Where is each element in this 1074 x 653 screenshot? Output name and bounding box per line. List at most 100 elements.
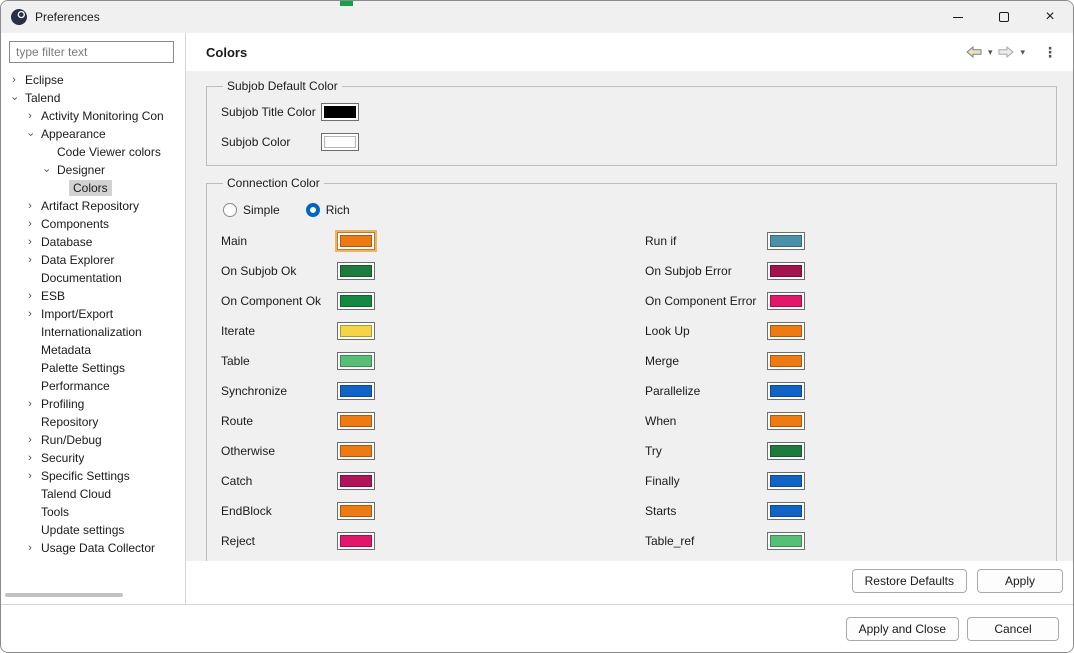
tree-item-data-explorer[interactable]: › Data Explorer xyxy=(1,251,185,269)
back-button[interactable] xyxy=(964,44,984,60)
tree-item-documentation[interactable]: Documentation xyxy=(1,269,185,287)
back-dropdown-icon[interactable]: ▾ xyxy=(987,47,994,58)
tree-item-update-settings[interactable]: Update settings xyxy=(1,521,185,539)
preferences-sidebar: ›Eclipse›Talend›Activity Monitoring Con›… xyxy=(1,33,186,604)
radio-simple[interactable]: Simple xyxy=(223,203,280,217)
tree-item-appearance[interactable]: › Appearance xyxy=(1,125,185,143)
chevron-collapsed-icon[interactable]: › xyxy=(23,452,37,464)
color-swatch xyxy=(340,295,372,307)
on-component-ok-color-button[interactable] xyxy=(337,292,375,310)
tree-item-colors[interactable]: Colors xyxy=(1,179,185,197)
cancel-button[interactable]: Cancel xyxy=(967,616,1059,641)
tree-item-label: Repository xyxy=(41,415,99,429)
main-color-button[interactable] xyxy=(337,232,375,250)
starts-color-button[interactable] xyxy=(767,502,805,520)
reject-color-button[interactable] xyxy=(337,532,375,550)
chevron-collapsed-icon[interactable]: › xyxy=(23,218,37,230)
chevron-expanded-icon[interactable]: › xyxy=(9,91,21,105)
tree-item-code-viewer-colors[interactable]: Code Viewer colors xyxy=(1,143,185,161)
tree-item-designer[interactable]: › Designer xyxy=(1,161,185,179)
chevron-collapsed-icon[interactable]: › xyxy=(23,110,37,122)
chevron-expanded-icon[interactable]: › xyxy=(25,127,37,141)
color-row-on-component-ok: On Component Ok xyxy=(221,286,631,316)
forward-button[interactable] xyxy=(996,44,1016,60)
chevron-collapsed-icon[interactable]: › xyxy=(23,290,37,302)
back-arrow-icon xyxy=(966,46,982,58)
on-subjob-error-color-button[interactable] xyxy=(767,262,805,280)
subjob-title-color-color-button[interactable] xyxy=(321,103,359,121)
window-title: Preferences xyxy=(35,10,100,24)
chevron-collapsed-icon[interactable]: › xyxy=(23,236,37,248)
horizontal-scrollbar[interactable] xyxy=(5,592,175,598)
tree-item-security[interactable]: › Security xyxy=(1,449,185,467)
apply-and-close-button[interactable]: Apply and Close xyxy=(845,616,959,641)
tree-item-label: Eclipse xyxy=(25,73,64,87)
tree-item-internationalization[interactable]: Internationalization xyxy=(1,323,185,341)
tree-item-label: Talend Cloud xyxy=(41,487,112,501)
minimize-button[interactable] xyxy=(935,1,981,33)
color-swatch xyxy=(770,415,802,427)
close-button[interactable]: × xyxy=(1027,1,1073,33)
chevron-collapsed-icon[interactable]: › xyxy=(23,254,37,266)
tree-item-palette-settings[interactable]: Palette Settings xyxy=(1,359,185,377)
look-up-color-button[interactable] xyxy=(767,322,805,340)
tree-item-database[interactable]: › Database xyxy=(1,233,185,251)
catch-color-button[interactable] xyxy=(337,472,375,490)
tree-item-usage-data-collector[interactable]: › Usage Data Collector xyxy=(1,539,185,557)
synchronize-color-button[interactable] xyxy=(337,382,375,400)
tree-item-components[interactable]: › Components xyxy=(1,215,185,233)
tree-item-profiling[interactable]: › Profiling xyxy=(1,395,185,413)
tree-item-activity-monitoring-con[interactable]: › Activity Monitoring Con xyxy=(1,107,185,125)
tree-item-tools[interactable]: Tools xyxy=(1,503,185,521)
tree-item-import-export[interactable]: › Import/Export xyxy=(1,305,185,323)
chevron-collapsed-icon[interactable]: › xyxy=(7,74,21,86)
forward-dropdown-icon[interactable]: ▾ xyxy=(1019,47,1026,58)
tree-item-metadata[interactable]: Metadata xyxy=(1,341,185,359)
tree-item-talend-cloud[interactable]: Talend Cloud xyxy=(1,485,185,503)
chevron-collapsed-icon[interactable]: › xyxy=(23,434,37,446)
chevron-collapsed-icon[interactable]: › xyxy=(23,200,37,212)
chevron-expanded-icon[interactable]: › xyxy=(41,163,53,177)
tree-item-specific-settings[interactable]: › Specific Settings xyxy=(1,467,185,485)
color-row-on-component-error: On Component Error xyxy=(645,286,805,316)
parallelize-color-button[interactable] xyxy=(767,382,805,400)
tree-item-eclipse[interactable]: › Eclipse xyxy=(1,71,185,89)
view-menu-icon[interactable]: ⋮ xyxy=(1039,44,1061,61)
run-if-color-button[interactable] xyxy=(767,232,805,250)
when-color-button[interactable] xyxy=(767,412,805,430)
on-component-error-color-button[interactable] xyxy=(767,292,805,310)
try-color-button[interactable] xyxy=(767,442,805,460)
chevron-collapsed-icon[interactable]: › xyxy=(23,542,37,554)
filter-input[interactable] xyxy=(9,41,174,63)
tree-item-artifact-repository[interactable]: › Artifact Repository xyxy=(1,197,185,215)
endblock-color-button[interactable] xyxy=(337,502,375,520)
tree-item-run-debug[interactable]: › Run/Debug xyxy=(1,431,185,449)
color-row-catch: Catch xyxy=(221,466,631,496)
apply-button[interactable]: Apply xyxy=(977,569,1063,593)
color-row-route: Route xyxy=(221,406,631,436)
tree-item-label: Appearance xyxy=(41,127,106,141)
radio-rich[interactable]: Rich xyxy=(305,203,350,217)
tree-item-esb[interactable]: › ESB xyxy=(1,287,185,305)
on-subjob-ok-color-button[interactable] xyxy=(337,262,375,280)
tree-item-label: Palette Settings xyxy=(41,361,126,375)
chevron-collapsed-icon[interactable]: › xyxy=(23,398,37,410)
color-label: Route xyxy=(221,414,254,428)
otherwise-color-button[interactable] xyxy=(337,442,375,460)
finally-color-button[interactable] xyxy=(767,472,805,490)
restore-defaults-button[interactable]: Restore Defaults xyxy=(851,569,967,593)
merge-color-button[interactable] xyxy=(767,352,805,370)
table-ref-color-button[interactable] xyxy=(767,532,805,550)
horizontal-scrollbar-thumb[interactable] xyxy=(5,593,123,597)
chevron-collapsed-icon[interactable]: › xyxy=(23,308,37,320)
tree-item-repository[interactable]: Repository xyxy=(1,413,185,431)
titlebar[interactable]: Preferences × xyxy=(1,1,1073,33)
iterate-color-button[interactable] xyxy=(337,322,375,340)
tree-item-talend[interactable]: › Talend xyxy=(1,89,185,107)
route-color-button[interactable] xyxy=(337,412,375,430)
chevron-collapsed-icon[interactable]: › xyxy=(23,470,37,482)
maximize-button[interactable] xyxy=(981,1,1027,33)
tree-item-performance[interactable]: Performance xyxy=(1,377,185,395)
subjob-color-color-button[interactable] xyxy=(321,133,359,151)
table-color-button[interactable] xyxy=(337,352,375,370)
